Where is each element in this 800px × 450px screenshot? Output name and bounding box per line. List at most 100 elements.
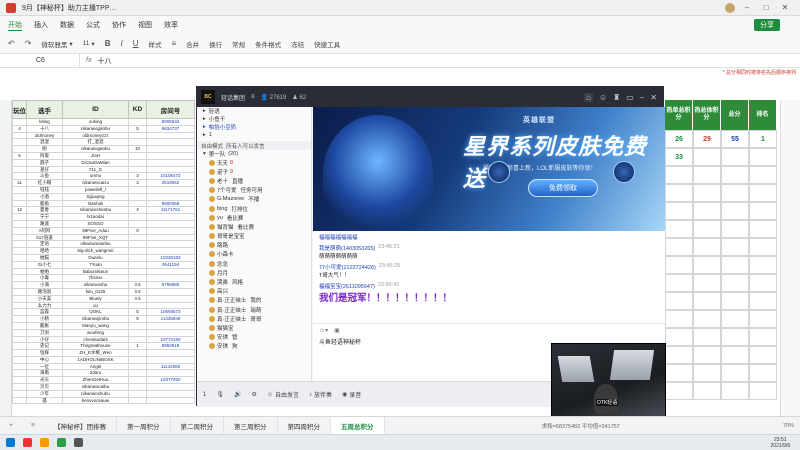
score-cell[interactable]: [721, 310, 749, 328]
table-cell[interactable]: [12, 165, 27, 174]
score-cell[interactable]: [721, 346, 749, 364]
table-cell[interactable]: [128, 165, 147, 174]
score-cell[interactable]: [693, 202, 721, 220]
style-button[interactable]: 样式: [148, 39, 161, 49]
table-cell[interactable]: [146, 267, 195, 276]
table-cell[interactable]: 路遥: [26, 219, 63, 228]
promo-banner[interactable]: 英雄联盟 星界系列皮肤免费送 福利大厅惊喜上新，LOL新服皮肤等你领！ 免费领取: [313, 107, 665, 231]
group-header[interactable]: ▾ 第一队 (20): [197, 150, 311, 158]
table-cell[interactable]: [128, 362, 147, 371]
quick-tools-button[interactable]: 快捷工具: [314, 39, 340, 49]
redo-icon[interactable]: ↷: [25, 39, 32, 48]
list-item[interactable]: 猫猫宝: [197, 323, 311, 332]
score-cell[interactable]: 26: [665, 130, 693, 148]
list-item[interactable]: yu 看比赛: [197, 213, 311, 222]
table-cell[interactable]: [12, 315, 27, 323]
channel-item[interactable]: ▸ 小鱼干: [197, 115, 311, 123]
list-item[interactable]: 哥哥是宝宝: [197, 232, 311, 241]
table-cell[interactable]: 一位: [26, 362, 63, 371]
score-cell[interactable]: [665, 274, 693, 292]
italic-icon[interactable]: I: [120, 39, 122, 48]
score-cell[interactable]: [749, 166, 777, 184]
table-cell[interactable]: chenlaodai3: [62, 335, 129, 344]
table-cell[interactable]: [12, 389, 27, 398]
table-cell[interactable]: 小酒: [26, 192, 63, 201]
document-title[interactable]: 9月【神秘杯】助力主播TPP…: [22, 3, 117, 13]
table-cell[interactable]: [128, 355, 147, 364]
table-cell[interactable]: 3: [128, 179, 147, 187]
table-cell[interactable]: [12, 281, 27, 289]
close-icon[interactable]: ✕: [650, 93, 657, 102]
score-cell[interactable]: [665, 364, 693, 382]
list-item[interactable]: 诺子 9: [197, 167, 311, 176]
table-cell[interactable]: 海南: [26, 369, 63, 378]
table-cell[interactable]: [12, 396, 27, 405]
table-cell[interactable]: [128, 369, 147, 378]
table-cell[interactable]: [12, 342, 27, 351]
score-cell[interactable]: [721, 202, 749, 220]
add-sheet-icon[interactable]: +: [0, 422, 22, 429]
table-cell[interactable]: 7bsssx: [62, 274, 129, 283]
table-cell[interactable]: [128, 131, 147, 140]
table-cell[interactable]: oldmoney: [26, 131, 63, 140]
table-cell[interactable]: nikanwojimbu: [62, 315, 129, 323]
score-cell[interactable]: [749, 256, 777, 274]
table-cell[interactable]: 6: [12, 151, 27, 160]
table-cell[interactable]: 7Yuan: [62, 260, 129, 269]
table-cell[interactable]: 斗鱼: [26, 172, 63, 181]
table-cell[interactable]: nikanwoshenbu: [62, 206, 129, 215]
score-cell[interactable]: 55: [721, 130, 749, 148]
image-icon[interactable]: ▣: [334, 327, 340, 334]
chat-user[interactable]: 福福宝宝(2611095647): [319, 282, 375, 290]
table-cell[interactable]: 10235183: [146, 253, 195, 262]
table-cell[interactable]: 小仔: [26, 335, 63, 344]
chat-user[interactable]: 77小可爱(2122724426): [319, 263, 376, 271]
list-item[interactable]: 真·正正峡士 我的: [197, 296, 311, 305]
list-item[interactable]: 哭鼻 风格: [197, 277, 311, 286]
table-cell[interactable]: [128, 376, 147, 385]
score-cell[interactable]: 33: [665, 148, 693, 166]
table-cell[interactable]: [12, 267, 27, 276]
table-cell[interactable]: 11171761: [146, 206, 195, 215]
table-cell[interactable]: A阿阿: [26, 226, 63, 235]
table-cell[interactable]: 钰钰: [26, 185, 63, 194]
table-cell[interactable]: [146, 233, 195, 242]
score-cell[interactable]: [749, 148, 777, 166]
table-cell[interactable]: [128, 247, 147, 255]
table-cell[interactable]: [128, 335, 147, 344]
table-cell[interactable]: nikanwoganbu: [62, 145, 129, 153]
table-cell[interactable]: [12, 253, 27, 262]
freeze-button[interactable]: 冻结: [291, 39, 304, 49]
table-cell[interactable]: nikanwoshubu: [62, 389, 129, 398]
table-cell[interactable]: [128, 349, 147, 357]
score-cell[interactable]: 1: [749, 130, 777, 148]
table-cell[interactable]: [128, 138, 147, 147]
table-cell[interactable]: 史记: [26, 342, 63, 351]
table-cell[interactable]: 1: [128, 342, 147, 351]
table-cell[interactable]: ZhenGetHuu: [62, 376, 129, 385]
score-cell[interactable]: [665, 346, 693, 364]
table-cell[interactable]: 3: [128, 172, 147, 181]
claim-button[interactable]: 免费领取: [528, 179, 598, 197]
score-cell[interactable]: [749, 310, 777, 328]
table-cell[interactable]: [146, 389, 195, 398]
table-cell[interactable]: [128, 158, 147, 167]
table-cell[interactable]: [12, 145, 27, 153]
table-cell[interactable]: oldmoneyzzz: [62, 131, 129, 140]
table-cell[interactable]: 3.5: [128, 287, 147, 296]
table-cell[interactable]: [12, 335, 27, 344]
table-cell[interactable]: [12, 185, 27, 194]
score-cell[interactable]: [665, 328, 693, 346]
column-header[interactable]: 选手: [26, 100, 63, 119]
tab-2[interactable]: 第二周积分: [171, 417, 224, 434]
table-cell[interactable]: 12: [12, 206, 27, 215]
score-cell[interactable]: [721, 184, 749, 202]
room-name[interactable]: 轻话集团: [221, 93, 245, 102]
table-cell[interactable]: 混混: [26, 138, 63, 147]
underline-icon[interactable]: U: [133, 39, 139, 48]
table-cell[interactable]: [146, 219, 195, 228]
table-cell[interactable]: [128, 213, 147, 221]
table-cell[interactable]: 十八: [26, 124, 63, 133]
table-cell[interactable]: 99Five_XQT: [62, 233, 129, 242]
table-cell[interactable]: [128, 301, 147, 310]
